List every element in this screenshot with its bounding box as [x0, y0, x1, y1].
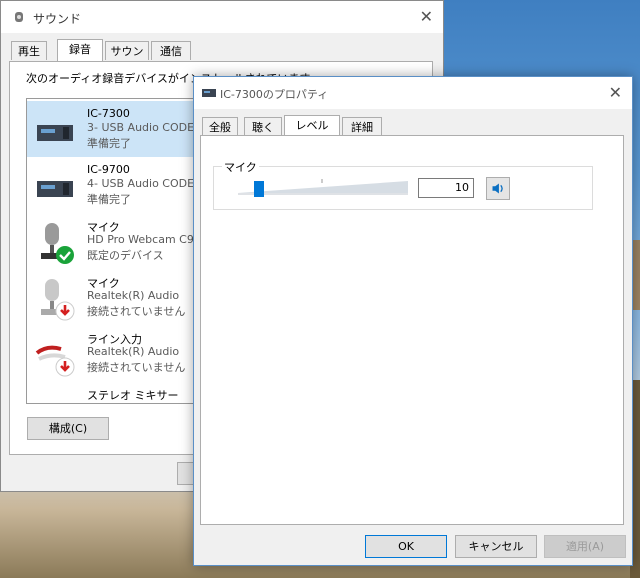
microphone-disconnected-icon — [41, 279, 75, 321]
cancel-button[interactable]: キャンセル — [455, 535, 537, 558]
levels-panel: マイク 10 — [200, 135, 624, 525]
device-status: 接続されていません — [87, 305, 186, 318]
configure-button[interactable]: 構成(C) — [27, 417, 109, 440]
mic-level-group: マイク 10 — [213, 159, 593, 210]
audio-codec-icon — [37, 125, 73, 141]
tab-playback[interactable]: 再生 — [11, 41, 47, 60]
device-status: 接続されていません — [87, 361, 186, 374]
ok-button[interactable]: OK — [365, 535, 447, 558]
device-status: 既定のデバイス — [87, 249, 164, 262]
apply-button[interactable]: 適用(A) — [544, 535, 626, 558]
device-detail: 3- USB Audio CODEC — [87, 121, 202, 134]
stereo-mixer-icon — [33, 389, 77, 404]
sound-title: サウンド — [33, 12, 82, 26]
sound-tabs: 再生 録音 サウンド 通信 — [11, 39, 431, 77]
microphone-default-icon — [41, 223, 74, 264]
device-name: IC-9700 — [87, 163, 130, 176]
audio-codec-icon — [202, 89, 216, 97]
properties-dialog: IC-7300のプロパティ ✕ 全般 聴く レベル 詳細 マイク 10 OK キ… — [193, 76, 633, 566]
close-icon[interactable]: ✕ — [609, 83, 622, 102]
device-detail: 4- USB Audio CODEC — [87, 177, 202, 190]
properties-title: IC-7300のプロパティ — [220, 88, 329, 101]
speaker-title-icon — [15, 12, 23, 22]
tab-communications[interactable]: 通信 — [151, 41, 191, 60]
tab-sounds[interactable]: サウンド — [105, 41, 149, 77]
mute-button[interactable] — [486, 177, 510, 200]
tab-recording[interactable]: 録音 — [57, 39, 103, 61]
level-value-field[interactable]: 10 — [418, 178, 474, 198]
tab-levels[interactable]: レベル — [284, 115, 340, 137]
device-detail: Realtek(R) Audio — [87, 289, 180, 302]
device-detail: HD Pro Webcam C920 — [87, 233, 208, 246]
device-detail: Realtek(R) Audio — [87, 345, 180, 358]
device-status: 準備完了 — [87, 193, 131, 206]
tab-general[interactable]: 全般 — [202, 117, 238, 136]
speaker-icon — [492, 183, 503, 194]
background-palm — [632, 240, 640, 310]
tab-advanced[interactable]: 詳細 — [342, 117, 382, 136]
device-name: IC-7300 — [87, 107, 130, 120]
line-in-disconnected-icon — [35, 345, 75, 377]
audio-codec-icon — [37, 181, 73, 197]
tab-listen[interactable]: 聴く — [244, 117, 282, 136]
properties-tabs: 全般 聴く レベル 詳細 — [202, 115, 622, 137]
close-icon[interactable]: ✕ — [420, 7, 433, 26]
properties-titlebar[interactable]: IC-7300のプロパティ ✕ — [194, 77, 632, 109]
device-name: ステレオ ミキサー — [87, 389, 179, 402]
level-slider-thumb[interactable] — [254, 181, 264, 197]
sound-titlebar[interactable]: サウンド ✕ — [1, 1, 443, 33]
device-status: 準備完了 — [87, 137, 131, 150]
mic-level-label: マイク — [222, 159, 259, 175]
